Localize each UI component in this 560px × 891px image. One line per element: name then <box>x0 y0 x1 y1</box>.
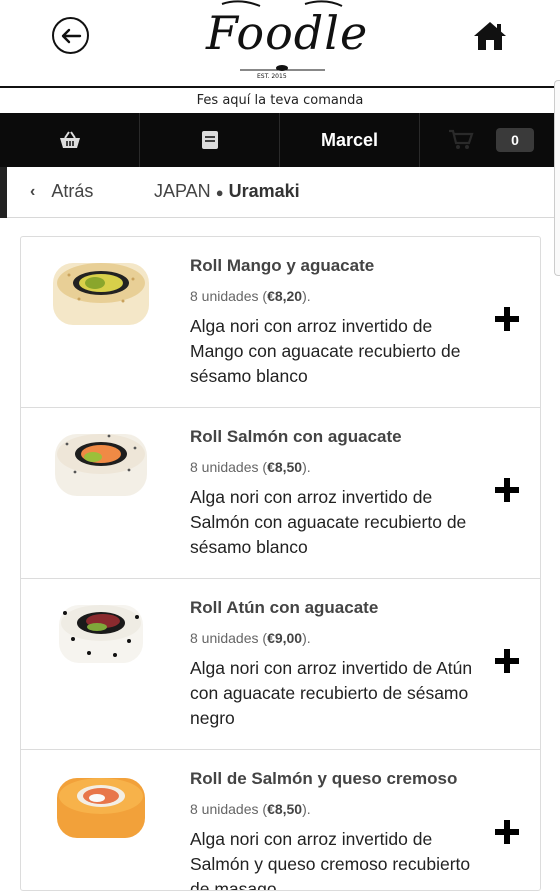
app-logo[interactable]: Foodle EST. 2015 <box>200 0 369 86</box>
product-description: Alga nori con arroz invertido de Mango c… <box>190 316 461 386</box>
home-icon <box>474 22 506 50</box>
breadcrumb-path: JAPAN ● Uramaki <box>154 181 300 202</box>
roll-mango-image <box>53 263 149 325</box>
breadcrumb: ‹ Atrás JAPAN ● Uramaki <box>0 167 560 218</box>
add-to-cart-plus-icon[interactable] <box>495 649 519 673</box>
breadcrumb-category[interactable]: JAPAN <box>154 181 211 201</box>
arrow-left-icon <box>61 28 81 43</box>
breadcrumb-subcategory: Uramaki <box>228 181 300 201</box>
cart-icon <box>449 129 474 149</box>
add-to-cart-plus-icon[interactable] <box>495 820 519 844</box>
cart-count-badge: 0 <box>496 128 534 152</box>
add-to-cart-plus-icon[interactable] <box>495 478 519 502</box>
list-item[interactable]: Roll Salmón con aguacate 8 unidades (€8,… <box>21 408 540 579</box>
nav-user[interactable]: Marcel <box>280 113 420 167</box>
product-units: 8 unidades (€9,00). <box>190 630 311 646</box>
roll-salmon-image <box>55 434 147 496</box>
product-description: Alga nori con arroz invertido de Salmón … <box>190 487 467 557</box>
app-header: Foodle EST. 2015 <box>0 0 560 88</box>
list-item[interactable]: Roll de Salmón y queso cremoso 8 unidade… <box>21 750 540 890</box>
product-units: 8 unidades (€8,50). <box>190 459 311 475</box>
logo-text: Foodle <box>206 6 369 60</box>
add-to-cart-plus-icon[interactable] <box>495 307 519 331</box>
list-item[interactable]: Roll Atún con aguacate 8 unidades (€9,00… <box>21 579 540 750</box>
product-name: Roll Salmón con aguacate <box>190 427 402 446</box>
breadcrumb-back-link[interactable]: ‹ Atrás <box>30 181 93 202</box>
nav-cart[interactable]: 0 <box>420 113 560 167</box>
logo-est: EST. 2015 <box>257 73 287 80</box>
scrollbar[interactable] <box>554 80 560 276</box>
roll-salmon-queso-image <box>57 778 145 838</box>
nav-menu[interactable] <box>140 113 280 167</box>
product-units: 8 unidades (€8,50). <box>190 801 311 817</box>
product-name: Roll Mango y aguacate <box>190 256 375 275</box>
breadcrumb-separator: ● <box>215 185 224 200</box>
product-units: 8 unidades (€8,20). <box>190 288 311 304</box>
list-item[interactable]: Roll Mango y aguacate 8 unidades (€8,20)… <box>21 237 540 408</box>
product-description: Alga nori con arroz invertido de Atún co… <box>190 658 473 728</box>
roll-atun-image <box>59 605 143 663</box>
back-button[interactable] <box>52 17 89 54</box>
nav-basket[interactable] <box>0 113 140 167</box>
breadcrumb-back-label: Atrás <box>51 181 94 201</box>
user-name: Marcel <box>320 129 379 150</box>
top-navbar: Marcel 0 <box>0 113 560 167</box>
basket-icon <box>59 131 80 148</box>
product-description: Alga nori con arroz invertido de Salmón … <box>190 829 471 890</box>
menu-book-icon <box>201 131 218 149</box>
order-subtitle: Fes aquí la teva comanda <box>196 93 364 108</box>
product-name: Roll Atún con aguacate <box>190 598 379 617</box>
product-list: Roll Mango y aguacate 8 unidades (€8,20)… <box>20 236 541 891</box>
home-button[interactable] <box>472 20 508 52</box>
product-name: Roll de Salmón y queso cremoso <box>190 769 458 788</box>
chevron-left-icon: ‹ <box>30 182 36 200</box>
